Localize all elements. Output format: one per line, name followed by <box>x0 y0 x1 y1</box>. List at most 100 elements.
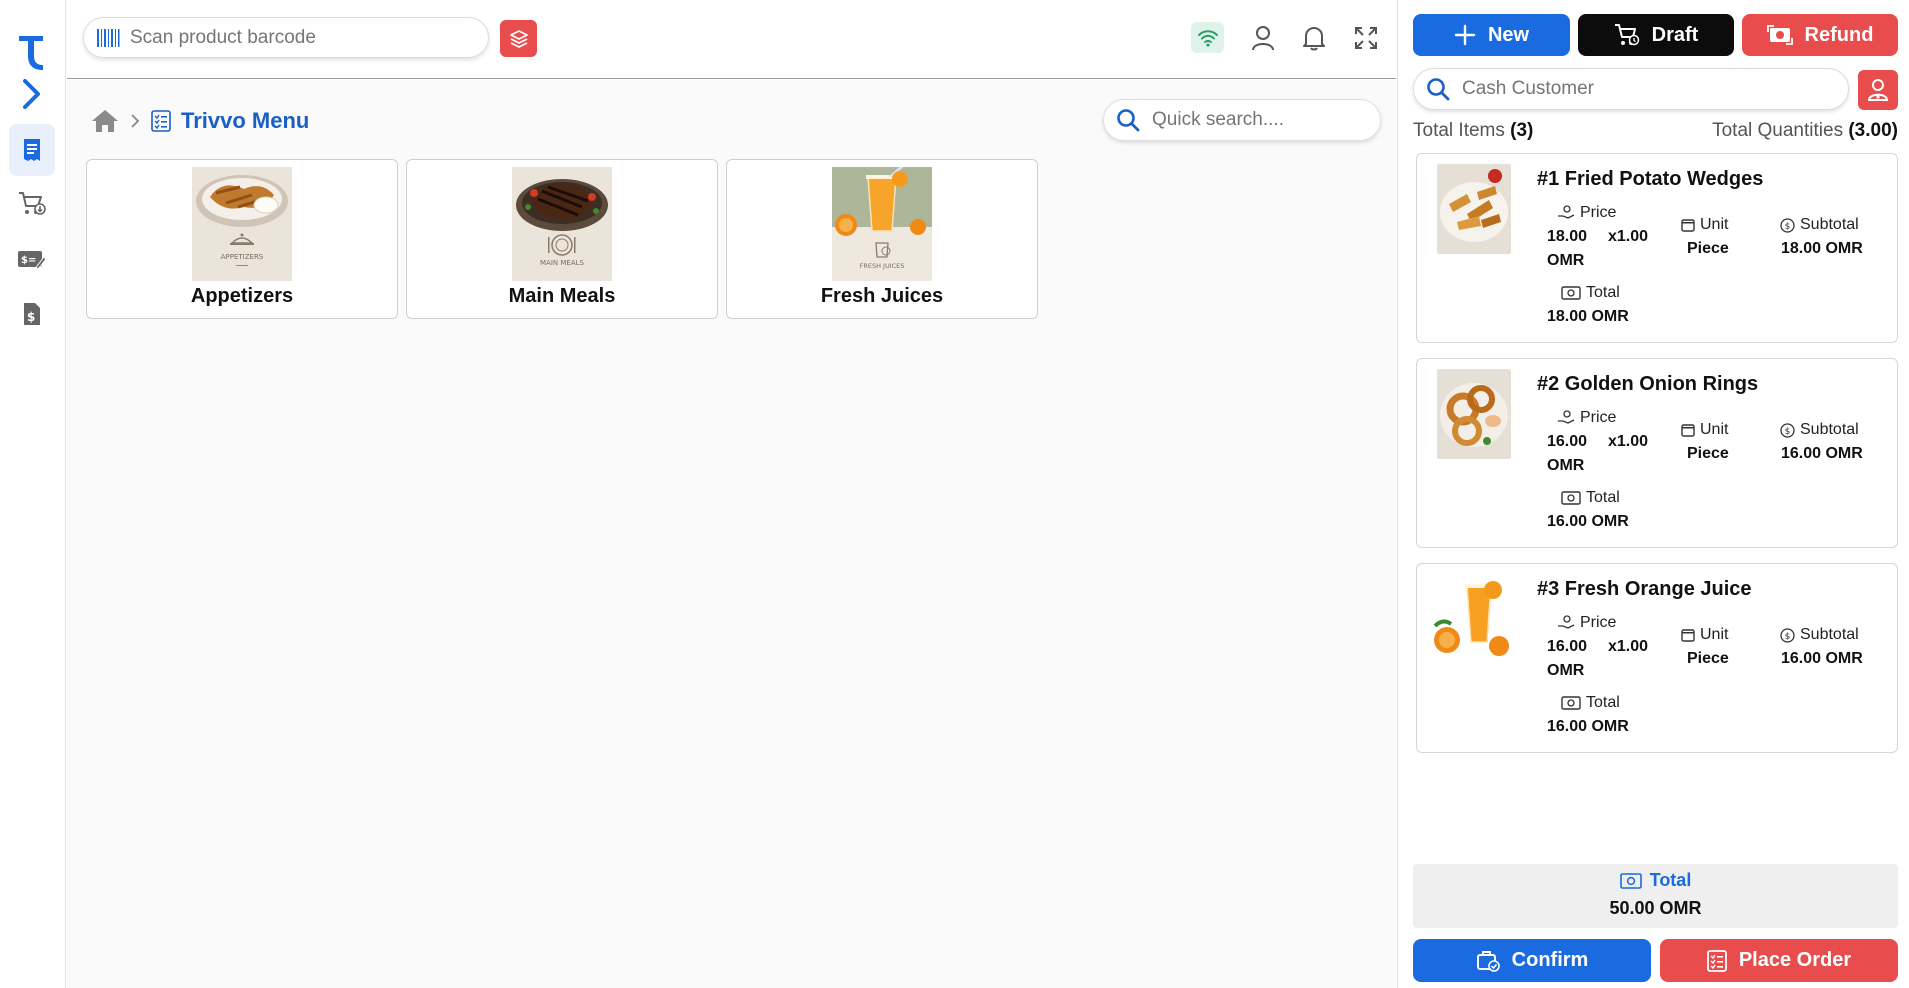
cash-icon <box>1561 286 1581 300</box>
refund-label: Refund <box>1804 23 1874 46</box>
chevron-right-icon <box>131 114 140 128</box>
calendar-icon <box>1681 219 1695 232</box>
category-card-appetizers[interactable]: APPETIZERS Appetizers <box>86 159 398 319</box>
cart-item-qty: x1.00 <box>1608 228 1649 245</box>
cart-item-price: 16.00 <box>1547 433 1588 450</box>
notifications-button[interactable] <box>1298 22 1330 54</box>
cart-item[interactable]: #1 Fried Potato Wedges Price 18.00 x1.00… <box>1416 153 1898 343</box>
connection-status <box>1191 22 1224 53</box>
user-icon <box>1252 26 1274 51</box>
total-items: Total Items (3) <box>1413 120 1533 144</box>
grand-total: Total 50.00 OMR <box>1413 864 1898 928</box>
unit-label: Unit <box>1681 421 1728 439</box>
appetizers-image-caption: APPETIZERS <box>221 253 264 261</box>
quick-search[interactable] <box>1103 99 1381 141</box>
sidebar-item-pricing[interactable]: $= <box>9 233 55 285</box>
grand-total-label-text: Total <box>1649 870 1692 890</box>
quick-search-input[interactable] <box>1152 109 1372 131</box>
total-label: Total <box>1561 489 1620 507</box>
breadcrumb: Trivvo Menu <box>91 106 309 136</box>
expand-sidebar-icon[interactable] <box>18 78 46 110</box>
unit-label-text: Unit <box>1700 216 1729 233</box>
total-label-text: Total <box>1586 489 1620 506</box>
total-label: Total <box>1561 694 1620 712</box>
price-label-text: Price <box>1580 614 1617 631</box>
cart-item-name: #3 Fresh Orange Juice <box>1537 578 1752 600</box>
menu-list-icon <box>151 110 171 132</box>
home-icon[interactable] <box>91 108 119 134</box>
barcode-input[interactable] <box>130 26 470 49</box>
money-return-icon <box>1766 25 1793 45</box>
svg-text:$: $ <box>1785 222 1791 232</box>
category-card-fresh-juices[interactable]: FRESH JUICES Fresh Juices <box>726 159 1038 319</box>
sidebar-item-invoices[interactable]: $ <box>9 288 55 340</box>
fresh-juices-image-caption: FRESH JUICES <box>860 262 905 270</box>
cart-item-price: 18.00 <box>1547 228 1588 245</box>
cart-item-total: 18.00 OMR <box>1547 308 1629 325</box>
layers-button[interactable] <box>500 20 537 57</box>
svg-text:$=: $= <box>21 255 36 266</box>
cart-item[interactable]: #2 Golden Onion Rings Price 16.00 x1.00 … <box>1416 358 1898 548</box>
cart-item-total: 16.00 OMR <box>1547 513 1629 530</box>
onion-rings-image <box>1437 369 1511 459</box>
new-order-button[interactable]: New <box>1413 14 1570 56</box>
price-label-text: Price <box>1580 204 1617 221</box>
svg-text:$: $ <box>1785 632 1791 642</box>
briefcase-check-icon <box>1476 950 1500 972</box>
subtotal-label-text: Subtotal <box>1800 626 1859 643</box>
top-bar <box>67 0 1396 79</box>
hand-coin-icon <box>1558 410 1575 424</box>
sidebar-item-menu[interactable] <box>9 124 55 176</box>
category-card-main-meals[interactable]: MAIN MEALS Main Meals <box>406 159 718 319</box>
total-quantities-label: Total Quantities <box>1712 120 1844 141</box>
page-title[interactable]: Trivvo Menu <box>181 108 309 134</box>
cart-item-unit: Piece <box>1687 240 1729 257</box>
category-name: Fresh Juices <box>820 285 944 307</box>
total-label-text: Total <box>1586 694 1620 711</box>
fullscreen-button[interactable] <box>1350 22 1382 54</box>
main-content: Trivvo Menu APPETIZERS Appetizers <box>67 80 1396 988</box>
cash-icon <box>1619 872 1642 889</box>
refund-button[interactable]: Refund <box>1742 14 1898 56</box>
brand-logo-icon <box>19 36 43 70</box>
cart-item-unit: Piece <box>1687 445 1729 462</box>
fresh-juices-image: FRESH JUICES <box>832 167 932 281</box>
cash-icon <box>1561 696 1581 710</box>
total-items-label: Total Items <box>1413 120 1505 141</box>
confirm-button[interactable]: Confirm <box>1413 939 1651 982</box>
cart-download-icon <box>19 192 46 215</box>
confirm-label: Confirm <box>1511 949 1589 971</box>
cart-item-qty: x1.00 <box>1608 638 1649 655</box>
cash-icon <box>1561 491 1581 505</box>
hand-coin-icon <box>1558 615 1575 629</box>
customer-profile-button[interactable] <box>1858 70 1898 110</box>
price-label: Price <box>1557 204 1616 222</box>
draft-button[interactable]: Draft <box>1578 14 1734 56</box>
category-name: Appetizers <box>190 285 294 307</box>
left-rail: $= $ <box>0 0 66 988</box>
total-quantities: Total Quantities (3.00) <box>1712 120 1898 144</box>
profile-button[interactable] <box>1247 22 1279 54</box>
customer-input[interactable] <box>1462 78 1842 100</box>
cart-item[interactable]: #3 Fresh Orange Juice Price 16.00 x1.00 … <box>1416 563 1898 753</box>
price-label-text: Price <box>1580 409 1617 426</box>
sidebar-item-orders[interactable] <box>9 178 55 230</box>
unit-label-text: Unit <box>1700 421 1729 438</box>
money-edit-icon: $= <box>18 251 47 270</box>
cart-item-qty: x1.00 <box>1608 433 1649 450</box>
grand-total-value: 50.00 OMR <box>1609 898 1702 918</box>
new-order-label: New <box>1487 23 1530 46</box>
checklist-icon <box>1706 949 1727 972</box>
total-quantities-value: (3.00) <box>1848 120 1898 141</box>
place-order-label: Place Order <box>1738 949 1852 971</box>
potato-wedges-image <box>1437 164 1511 254</box>
barcode-search[interactable] <box>83 17 489 58</box>
fullscreen-icon <box>1355 27 1377 49</box>
category-name: Main Meals <box>508 285 616 307</box>
grand-total-label: Total <box>1413 870 1898 891</box>
cart-item-name: #1 Fried Potato Wedges <box>1537 168 1764 190</box>
svg-text:$: $ <box>27 310 35 324</box>
customer-search[interactable] <box>1413 68 1849 110</box>
svg-text:$: $ <box>1785 427 1791 437</box>
place-order-button[interactable]: Place Order <box>1660 939 1898 982</box>
